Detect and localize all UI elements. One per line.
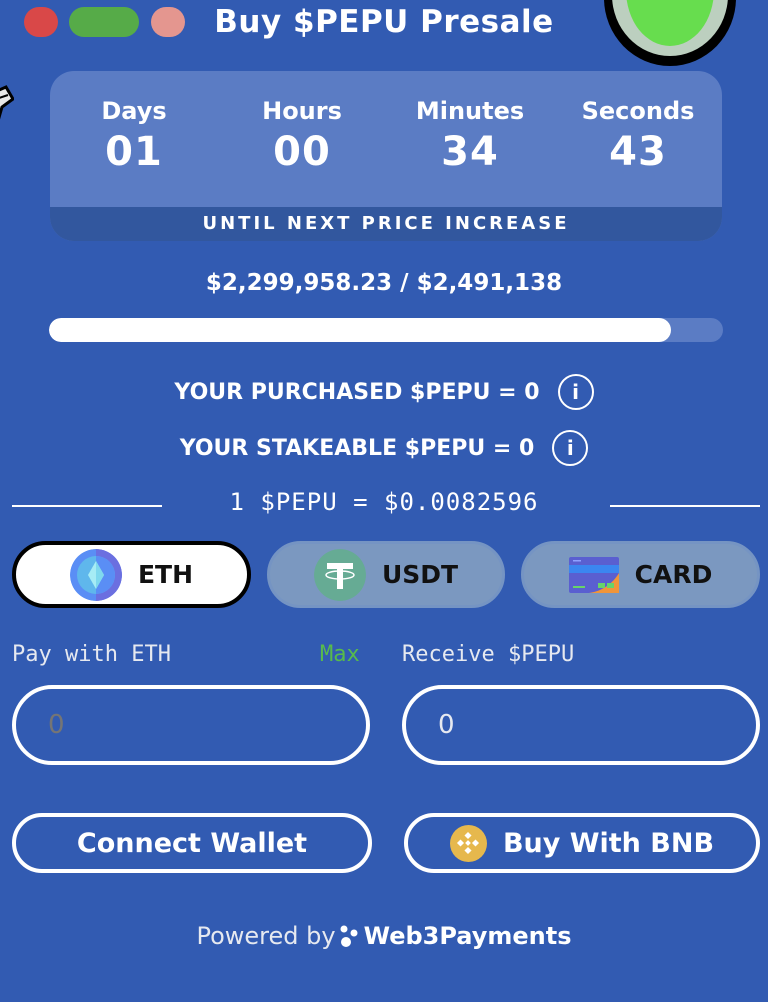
buy-with-bnb-label: Buy With BNB bbox=[502, 827, 715, 859]
purchased-text: YOUR PURCHASED $PEPU = 0 bbox=[174, 379, 540, 405]
countdown-label: Days bbox=[101, 97, 167, 125]
raise-progress-bar bbox=[49, 318, 723, 342]
tether-icon bbox=[313, 548, 366, 601]
buy-with-bnb-button[interactable]: Buy With BNB bbox=[404, 813, 760, 873]
info-icon[interactable]: i bbox=[552, 430, 589, 466]
bnb-icon bbox=[449, 824, 487, 862]
countdown-value: 01 bbox=[105, 129, 163, 175]
credit-card-icon bbox=[568, 556, 619, 593]
connect-wallet-label: Connect Wallet bbox=[76, 827, 308, 859]
eth-icon bbox=[69, 548, 122, 601]
pay-tab-card[interactable]: CARD bbox=[521, 541, 760, 608]
countdown-label: Seconds bbox=[581, 97, 695, 125]
countdown-hours: Hours 00 bbox=[218, 71, 386, 207]
pay-tab-usdt[interactable]: USDT bbox=[267, 541, 505, 608]
token-price: 1 $PEPU = $0.0082596 bbox=[229, 488, 539, 516]
info-icon[interactable]: i bbox=[557, 374, 594, 410]
pay-tab-label: CARD bbox=[634, 560, 713, 589]
raise-progress-fill bbox=[49, 318, 672, 342]
countdown-value: 43 bbox=[609, 129, 667, 175]
powered-by-text: Powered by bbox=[196, 922, 336, 950]
pay-tab-eth[interactable]: ETH bbox=[12, 541, 251, 608]
web3payments-link[interactable]: Web3Payments bbox=[364, 922, 572, 950]
receive-amount-input[interactable] bbox=[438, 710, 762, 740]
pay-tab-label: USDT bbox=[381, 560, 459, 589]
connect-wallet-button[interactable]: Connect Wallet bbox=[12, 813, 372, 873]
receive-field-label: Receive $PEPU bbox=[402, 642, 575, 667]
countdown-minutes: Minutes 34 bbox=[386, 71, 554, 207]
pay-field bbox=[12, 685, 372, 765]
pay-amount-input[interactable] bbox=[48, 710, 372, 740]
stakeable-row: YOUR STAKEABLE $PEPU = 0 i bbox=[0, 430, 768, 466]
pay-tab-label: ETH bbox=[137, 560, 194, 589]
max-button[interactable]: Max bbox=[320, 642, 360, 667]
raised-amount: $2,299,958.23 / $2,491,138 bbox=[205, 270, 563, 296]
countdown-label: Hours bbox=[262, 97, 342, 125]
countdown-days: Days 01 bbox=[50, 71, 218, 207]
countdown-panel: Days 01 Hours 00 Minutes 34 Seconds 43 U… bbox=[50, 71, 722, 241]
stakeable-text: YOUR STAKEABLE $PEPU = 0 bbox=[179, 435, 535, 461]
purchased-row: YOUR PURCHASED $PEPU = 0 i bbox=[0, 374, 768, 410]
countdown-value: 00 bbox=[273, 129, 331, 175]
rate-row: 1 $PEPU = $0.0082596 bbox=[0, 486, 768, 522]
divider-line bbox=[610, 505, 760, 507]
powered-by-footer: Powered by Web3Payments bbox=[0, 922, 768, 950]
decorative-blob bbox=[604, 0, 736, 66]
decorative-pepe-fragment-icon bbox=[0, 85, 14, 120]
pay-field-label: Pay with ETH bbox=[12, 642, 171, 667]
countdown-value: 34 bbox=[441, 129, 499, 175]
countdown-seconds: Seconds 43 bbox=[554, 71, 722, 207]
countdown-footer: UNTIL NEXT PRICE INCREASE bbox=[50, 207, 722, 241]
receive-field bbox=[402, 685, 762, 765]
web3payments-logo-icon bbox=[340, 925, 358, 947]
countdown-label: Minutes bbox=[415, 97, 525, 125]
